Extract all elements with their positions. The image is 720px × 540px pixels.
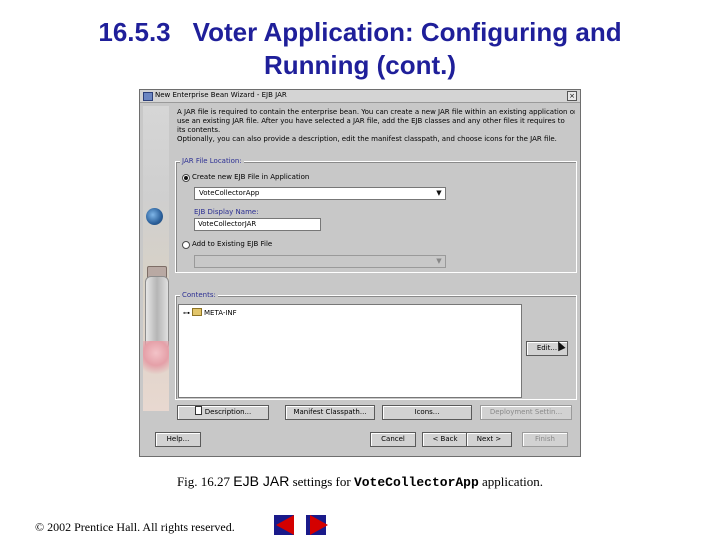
description-button[interactable]: Description... <box>177 405 269 420</box>
window-titlebar[interactable]: New Enterprise Bean Wizard - EJB JAR × <box>140 90 580 103</box>
add-existing-label[interactable]: Add to Existing EJB File <box>192 240 272 248</box>
slide-title-line-2: Running (cont.) <box>263 50 457 80</box>
cancel-button[interactable]: Cancel <box>370 432 416 447</box>
wizard-side-artwork <box>143 106 169 411</box>
manifest-classpath-button[interactable]: Manifest Classpath... <box>285 405 375 420</box>
tree-item-meta-inf[interactable]: ⊶ META-INF <box>183 308 237 317</box>
deployment-settings-button[interactable]: Deployment Settin... <box>480 405 572 420</box>
caption-suffix: application. <box>482 474 544 489</box>
application-select[interactable]: VoteCollectorApp ▼ <box>194 187 446 200</box>
description-button-label: Description... <box>204 408 252 416</box>
prev-arrow-icon[interactable] <box>276 515 294 535</box>
slide-title-text-1: Voter Application: Configuring and <box>192 17 622 47</box>
create-new-radio[interactable] <box>182 174 190 182</box>
globe-icon <box>146 208 163 225</box>
slide-title-number: 16.5.3 <box>98 17 171 47</box>
caption-middle: settings for <box>292 474 351 489</box>
contents-group: Contents: ⊶ META-INF Edit... <box>175 291 577 400</box>
back-button[interactable]: < Back <box>422 432 468 447</box>
folder-icon <box>192 308 202 316</box>
decorative-swirl-icon <box>143 341 169 381</box>
intro-line: use an existing JAR file. After you have… <box>177 117 565 125</box>
next-arrow-icon[interactable] <box>310 515 328 535</box>
document-icon <box>194 406 202 415</box>
caption-prefix: Fig. 16.27 <box>176 474 231 489</box>
chevron-down-icon[interactable]: ▼ <box>434 257 444 266</box>
finish-button[interactable]: Finish <box>522 432 568 447</box>
java-app-icon <box>143 92 153 101</box>
close-icon[interactable]: × <box>567 91 577 101</box>
slide-title: 16.5.3 Voter Application: Configuring and… <box>0 16 720 82</box>
contents-legend: Contents: <box>180 291 218 299</box>
chevron-down-icon[interactable]: ▼ <box>434 189 444 198</box>
copyright-text: © 2002 Prentice Hall. All rights reserve… <box>35 520 235 534</box>
figure-caption: Fig. 16.27 EJB JAR settings for VoteColl… <box>0 473 720 490</box>
intro-line: A JAR file is required to contain the en… <box>177 108 575 116</box>
contents-tree[interactable]: ⊶ META-INF <box>178 304 522 398</box>
jar-location-group: JAR File Location: Create new EJB File i… <box>175 157 577 273</box>
jar-location-legend: JAR File Location: <box>180 157 244 165</box>
intro-line: its contents. <box>177 126 221 134</box>
slide-title-line-1: 16.5.3 Voter Application: Configuring and <box>0 16 720 49</box>
help-button[interactable]: Help... <box>155 432 201 447</box>
display-name-label: EJB Display Name: <box>194 208 259 216</box>
intro-line: Optionally, you can also provide a descr… <box>177 135 557 143</box>
add-existing-radio[interactable] <box>182 241 190 249</box>
tree-item-label: META-INF <box>204 309 237 317</box>
window-title: New Enterprise Bean Wizard - EJB JAR <box>155 91 287 99</box>
icons-button[interactable]: Icons... <box>382 405 472 420</box>
intro-text: A JAR file is required to contain the en… <box>177 108 575 144</box>
application-select-value: VoteCollectorApp <box>199 189 260 197</box>
next-button[interactable]: Next > <box>466 432 512 447</box>
existing-jar-select[interactable]: ▼ <box>194 255 446 268</box>
display-name-field[interactable]: VoteCollectorJAR <box>194 218 321 231</box>
tree-expand-icon[interactable]: ⊶ <box>183 309 191 317</box>
caption-sans-part: EJB JAR <box>233 473 290 489</box>
jar-icon <box>145 276 169 350</box>
caption-code: VoteCollectorApp <box>353 475 479 490</box>
display-name-value: VoteCollectorJAR <box>198 220 257 228</box>
create-new-label[interactable]: Create new EJB File in Application <box>192 173 309 181</box>
wizard-window: New Enterprise Bean Wizard - EJB JAR × A… <box>139 89 581 457</box>
